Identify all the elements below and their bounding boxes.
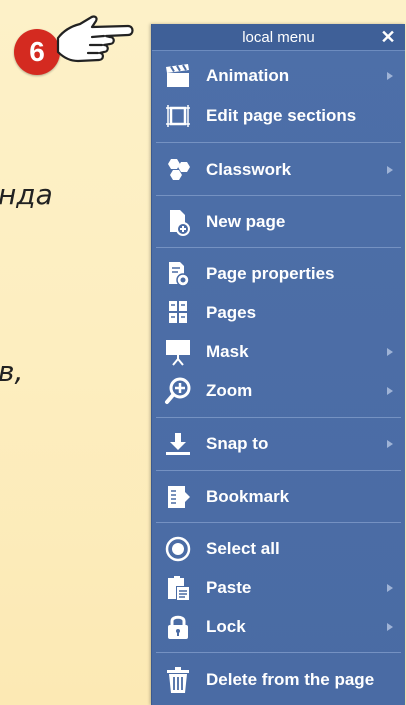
menu-item-label: Animation bbox=[206, 66, 290, 85]
paste-icon bbox=[168, 576, 189, 600]
menu-separator bbox=[156, 142, 401, 143]
pages-grid-icon bbox=[169, 301, 187, 323]
menu-item-lock[interactable]: Lock bbox=[152, 609, 405, 645]
bookmark-icon bbox=[168, 486, 190, 508]
submenu-arrow-icon bbox=[387, 387, 393, 395]
menu-separator bbox=[156, 652, 401, 653]
menu-item-label: Lock bbox=[206, 617, 246, 636]
background-text-2: в, bbox=[0, 355, 24, 388]
local-menu: local menu ✕ Animation Edit page section… bbox=[151, 24, 405, 705]
menu-item-bookmark[interactable]: Bookmark bbox=[152, 479, 405, 515]
close-icon[interactable]: ✕ bbox=[377, 24, 399, 50]
easel-icon bbox=[166, 340, 190, 366]
background-text-1: нда bbox=[0, 178, 53, 211]
menu-item-label: Select all bbox=[206, 539, 280, 558]
menu-item-mask[interactable]: Mask bbox=[152, 334, 405, 370]
menu-item-label: Paste bbox=[206, 578, 252, 597]
menu-separator bbox=[156, 195, 401, 196]
clapperboard-icon bbox=[166, 64, 189, 87]
menu-item-paste[interactable]: Paste bbox=[152, 570, 405, 606]
menu-item-label: New page bbox=[206, 212, 286, 231]
menu-separator bbox=[156, 470, 401, 471]
submenu-arrow-icon bbox=[387, 166, 393, 174]
menu-item-label: Delete from the page bbox=[206, 670, 375, 689]
menu-item-label: Page properties bbox=[206, 264, 335, 283]
menu-item-label: Snap to bbox=[206, 434, 269, 453]
submenu-arrow-icon bbox=[387, 348, 393, 356]
trash-icon bbox=[167, 667, 189, 693]
menu-header: local menu ✕ bbox=[152, 24, 405, 51]
padlock-icon bbox=[168, 615, 188, 639]
submenu-arrow-icon bbox=[387, 440, 393, 448]
hexagons-icon bbox=[168, 159, 190, 180]
menu-item-delete-from-page[interactable]: Delete from the page bbox=[152, 662, 405, 698]
menu-item-animation[interactable]: Animation bbox=[152, 58, 405, 94]
download-arrow-icon bbox=[166, 433, 190, 455]
menu-item-label: Mask bbox=[206, 342, 249, 361]
new-page-icon bbox=[170, 210, 190, 236]
menu-separator bbox=[156, 247, 401, 248]
menu-item-classwork[interactable]: Classwork bbox=[152, 152, 405, 188]
menu-item-snap-to[interactable]: Snap to bbox=[152, 426, 405, 462]
menu-separator bbox=[156, 417, 401, 418]
submenu-arrow-icon bbox=[387, 584, 393, 592]
menu-item-select-all[interactable]: Select all bbox=[152, 531, 405, 567]
menu-item-zoom[interactable]: Zoom bbox=[152, 373, 405, 409]
menu-title: local menu bbox=[242, 28, 315, 46]
zoom-icon bbox=[165, 377, 191, 404]
menu-item-label: Classwork bbox=[206, 160, 292, 179]
submenu-arrow-icon bbox=[387, 72, 393, 80]
page-settings-icon bbox=[169, 262, 190, 287]
crop-frame-icon bbox=[166, 105, 190, 127]
menu-item-page-properties[interactable]: Page properties bbox=[152, 256, 405, 292]
menu-item-label: Edit page sections bbox=[206, 106, 357, 125]
menu-item-pages[interactable]: Pages bbox=[152, 295, 405, 331]
menu-item-label: Zoom bbox=[206, 381, 253, 400]
menu-item-new-page[interactable]: New page bbox=[152, 204, 405, 240]
menu-item-label: Pages bbox=[206, 303, 257, 322]
menu-separator bbox=[156, 522, 401, 523]
radio-target-icon bbox=[165, 536, 191, 562]
menu-item-label: Bookmark bbox=[206, 487, 290, 506]
menu-item-edit-page-sections[interactable]: Edit page sections bbox=[152, 98, 405, 134]
pointing-hand-icon bbox=[56, 15, 134, 63]
submenu-arrow-icon bbox=[387, 623, 393, 631]
